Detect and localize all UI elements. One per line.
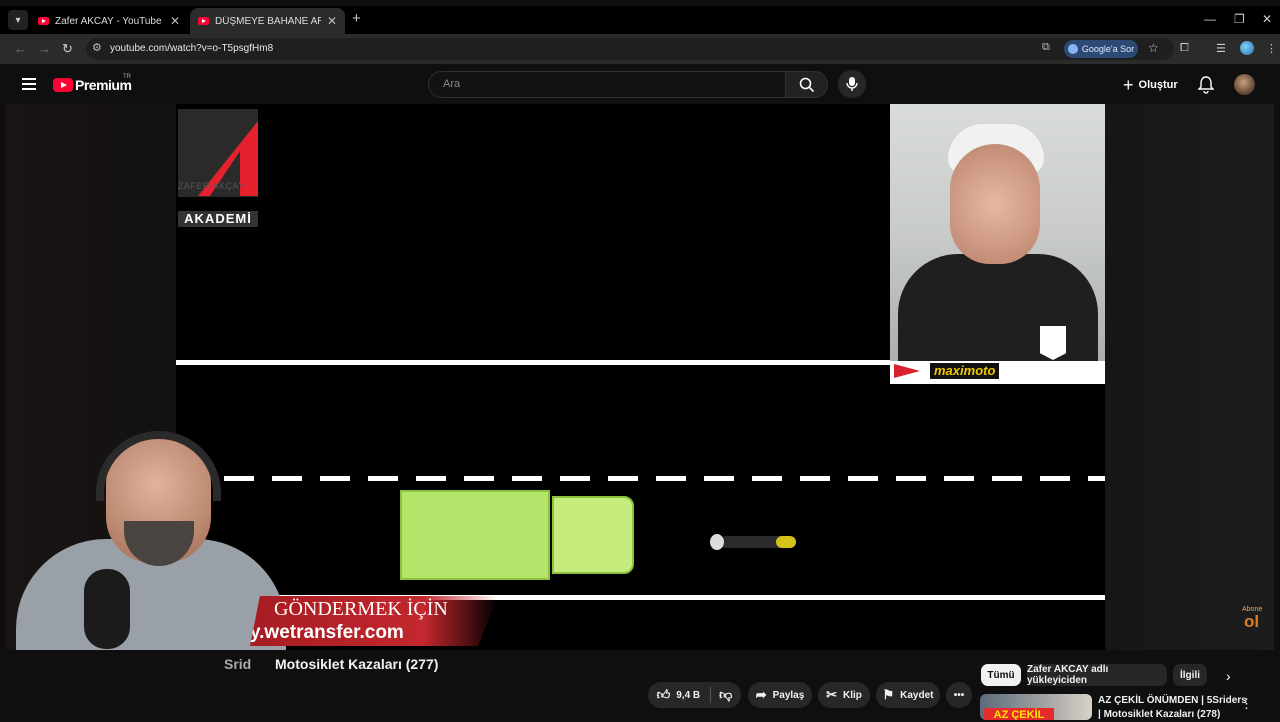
truck-cargo [400, 490, 550, 580]
road-lane-divider [176, 476, 1105, 481]
youtube-favicon-icon [198, 17, 209, 25]
player-ambient-right [1104, 104, 1274, 650]
truck-illustration [400, 490, 640, 580]
create-label: Oluştur [1138, 79, 1178, 91]
sponsor-logo: maximoto [930, 363, 1000, 379]
video-title: Srid Motosiklet Kazaları (277) [224, 656, 438, 672]
close-window-icon[interactable]: ✕ [1262, 12, 1272, 26]
wetransfer-banner: GÖNDERMEK İÇİN y.wetransfer.com [250, 596, 498, 646]
thumbs-down-icon[interactable]: 👎︎ [719, 687, 732, 703]
chip-all[interactable]: Tümü [981, 664, 1021, 686]
scissors-icon: ✂ [826, 687, 837, 702]
notifications-bell-icon[interactable] [1198, 76, 1214, 94]
save-label: Kaydet [900, 689, 934, 701]
minimize-icon[interactable]: — [1204, 12, 1216, 26]
forward-icon[interactable]: → [38, 41, 51, 56]
logo-name: ZAFER AKÇAY [178, 181, 245, 191]
browser-tab[interactable]: Zafer AKCAY - YouTube ✕ [30, 8, 188, 34]
install-app-icon[interactable]: ⧉ [1042, 41, 1050, 54]
voice-search-button[interactable] [838, 70, 866, 98]
sponsor-strip: maximoto [890, 361, 1105, 381]
presenter-webcam-overlay [6, 429, 286, 650]
ask-google-button[interactable]: Google'a Sor [1064, 40, 1138, 58]
plus-icon: + [1123, 74, 1134, 95]
account-avatar[interactable] [1234, 74, 1255, 95]
site-info-icon[interactable]: ⚙ [92, 41, 102, 54]
browser-tab-active[interactable]: DÜŞMEYE BAHANE ARAMAK | ✕ [190, 8, 345, 34]
youtube-favicon-icon [38, 17, 49, 25]
search-input[interactable] [441, 77, 765, 91]
sponsor-flag-icon [894, 364, 920, 378]
zafer-akcay-akademi-logo: ZAFER AKÇAY AKADEMİ [178, 109, 260, 227]
menu-icon[interactable] [22, 78, 36, 90]
like-count[interactable]: 9,4 B [676, 690, 700, 701]
chip-related[interactable]: İlgili [1173, 664, 1207, 686]
save-button[interactable]: ⚑ Kaydet [876, 682, 940, 708]
more-actions-button[interactable]: ••• [946, 682, 972, 708]
back-icon[interactable]: ← [14, 41, 27, 56]
new-tab-button[interactable]: + [352, 10, 361, 27]
recommended-title[interactable]: AZ ÇEKİL ÖNÜMDEN | 5Sriders | Motosiklet… [1098, 694, 1248, 722]
search-icon [799, 77, 815, 93]
subscribe-watermark-big: ol [1244, 612, 1260, 631]
motorcycle-illustration [710, 524, 800, 558]
chip-from-uploader[interactable]: Zafer AKCAY adlı yükleyiciden [1027, 664, 1167, 686]
share-arrow-icon: ➦ [755, 687, 767, 702]
clip-button[interactable]: ✂ Klip [818, 682, 870, 708]
more-horizontal-icon: ••• [953, 689, 965, 701]
profile-icon[interactable] [1240, 41, 1254, 55]
share-label: Paylaş [772, 689, 805, 701]
recommended-thumbnail[interactable]: AZ ÇEKİL [980, 694, 1092, 720]
reading-list-icon[interactable]: ☰ [1216, 42, 1226, 55]
truck-cab [552, 496, 634, 574]
video-player[interactable]: ZAFER AKÇAY AKADEMİ maximoto GÖNDERMEK İ… [6, 104, 1274, 650]
recommended-video[interactable]: AZ ÇEKİL AZ ÇEKİL ÖNÜMDEN | 5Sriders | M… [980, 692, 1280, 720]
studio-microphone-icon [84, 569, 130, 649]
thumbs-up-icon[interactable]: 👍︎ [657, 687, 671, 703]
video-title-prefix: Srid [224, 656, 252, 672]
microphone-icon [846, 77, 858, 91]
address-toolbar: ← → ↻ ⚙ youtube.com/watch?v=o-T5psgfHm8 … [0, 34, 1280, 64]
banner-line-2: y.wetransfer.com [250, 622, 404, 643]
search-button[interactable] [786, 71, 828, 98]
browser-tab-strip: ▾ Zafer AKCAY - YouTube ✕ DÜŞMEYE BAHANE… [0, 6, 1280, 34]
thumbnail-text: AZ ÇEKİL [984, 708, 1054, 720]
headphones-icon [96, 431, 221, 501]
video-frame: ZAFER AKÇAY AKADEMİ maximoto [176, 104, 1105, 650]
reload-icon[interactable]: ↻ [62, 41, 73, 57]
youtube-logo-icon[interactable] [53, 78, 73, 92]
search-box [428, 71, 786, 98]
tab-title: DÜŞMEYE BAHANE ARAMAK | [215, 15, 321, 27]
share-button[interactable]: ➦ Paylaş [748, 682, 812, 708]
country-code: TR [123, 74, 131, 80]
banner-line-1: GÖNDERMEK İÇİN [274, 598, 448, 620]
shirt-logo-badge [1040, 326, 1066, 360]
google-lens-icon [1067, 44, 1078, 54]
close-tab-icon[interactable]: ✕ [170, 14, 180, 28]
subscribe-watermark[interactable]: Abone ol [1242, 606, 1268, 631]
youtube-header: Premium TR + Oluştur [0, 64, 1280, 106]
video-title-text: Motosiklet Kazaları (277) [275, 656, 439, 672]
chevron-right-icon[interactable]: › [1226, 668, 1231, 684]
logo-academy: AKADEMİ [178, 211, 258, 227]
browser-menu-icon[interactable]: ⋮ [1266, 42, 1277, 55]
road-edge-top [176, 360, 890, 365]
create-button[interactable]: + Oluştur [1123, 73, 1178, 97]
bookmark-icon: ⚑ [882, 687, 895, 702]
host-webcam-overlay: maximoto [890, 104, 1105, 384]
ask-google-label: Google'a Sor [1081, 44, 1135, 54]
like-dislike-group: 👍︎ 9,4 B 👎︎ [648, 682, 741, 708]
url-text: youtube.com/watch?v=o-T5psgfHm8 [110, 43, 274, 54]
address-bar[interactable]: ⚙ youtube.com/watch?v=o-T5psgfHm8 ⧉ Goog… [86, 38, 1174, 60]
tab-search-button[interactable]: ▾ [8, 10, 28, 30]
extensions-icon[interactable]: ⧠ [1180, 42, 1189, 55]
bookmark-star-icon[interactable]: ☆ [1148, 41, 1159, 55]
clip-label: Klip [843, 689, 862, 701]
close-tab-icon[interactable]: ✕ [327, 14, 337, 28]
more-vertical-icon[interactable]: ⋮ [1240, 696, 1253, 712]
restore-icon[interactable]: ❐ [1234, 12, 1245, 26]
tab-title: Zafer AKCAY - YouTube [55, 15, 162, 27]
